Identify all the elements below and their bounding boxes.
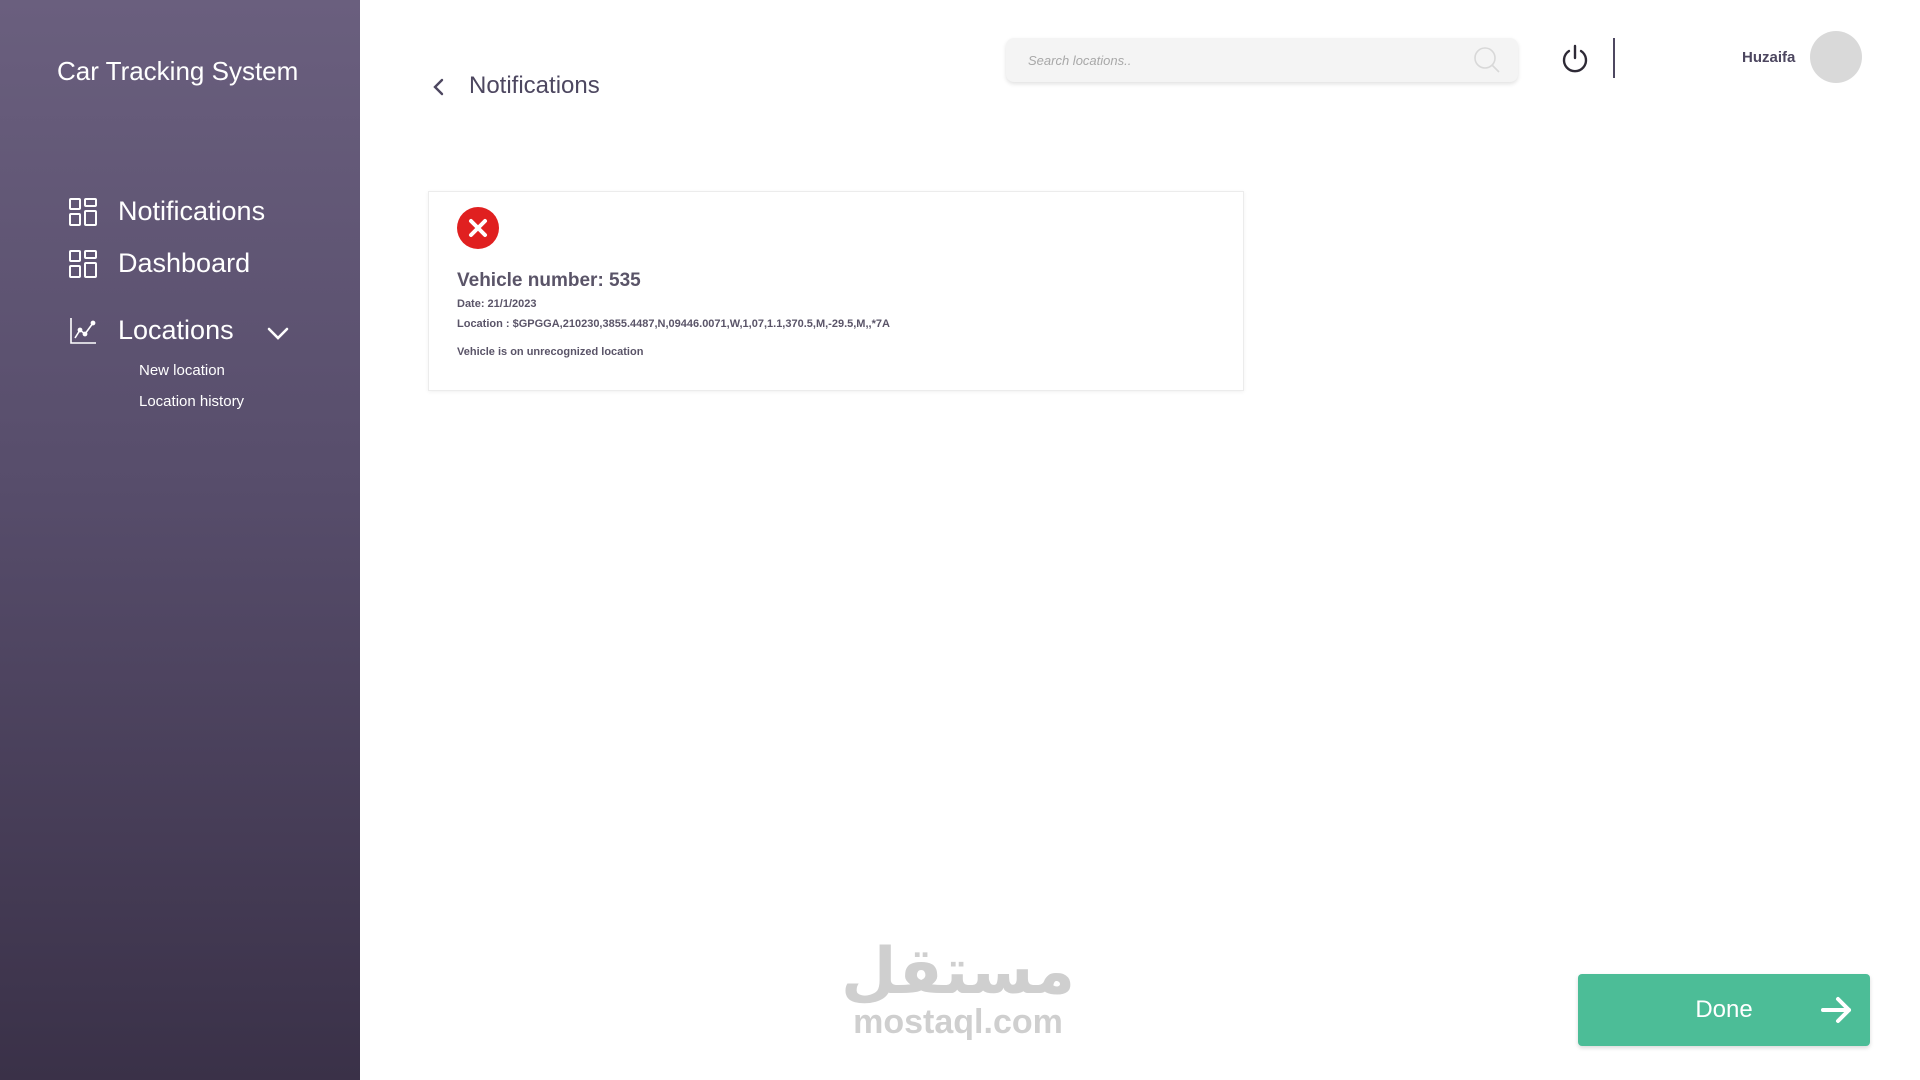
sidebar-item-label: Dashboard: [118, 248, 251, 278]
app-title: Car Tracking System: [57, 56, 299, 86]
sidebar-subitem-new-location[interactable]: New location: [139, 362, 225, 379]
grid-icon: [68, 249, 98, 279]
done-button[interactable]: Done: [1578, 974, 1870, 1046]
sidebar-item-label: Notifications: [118, 196, 266, 226]
sidebar-subitem-location-history[interactable]: Location history: [139, 393, 244, 410]
notification-date: Date: 21/1/2023: [457, 298, 537, 310]
notification-message: Vehicle is on unrecognized location: [457, 346, 644, 358]
sidebar: Car Tracking System Notifications Dashbo…: [0, 0, 360, 1080]
page-title: Notifications: [469, 72, 600, 99]
line-chart-icon: [68, 316, 98, 346]
search-bar: [1006, 38, 1518, 82]
back-chevron-icon[interactable]: [428, 76, 448, 98]
chevron-down-icon[interactable]: [266, 322, 290, 346]
notification-location: Location : $GPGGA,210230,3855.4487,N,094…: [457, 318, 890, 330]
error-x-icon: [456, 206, 500, 250]
avatar[interactable]: [1810, 31, 1862, 83]
search-icon[interactable]: [1472, 45, 1502, 75]
done-button-label: Done: [1695, 996, 1753, 1023]
sidebar-item-dashboard[interactable]: Dashboard: [68, 248, 250, 279]
watermark-logo: مستقل mostaql.com: [838, 940, 1078, 1040]
grid-icon: [68, 197, 98, 227]
sidebar-item-label: Locations: [118, 315, 234, 345]
notification-card[interactable]: Vehicle number: 535 Date: 21/1/2023 Loca…: [428, 191, 1244, 391]
username: Huzaifa: [1742, 49, 1796, 66]
watermark-latin: mostaql.com: [853, 1003, 1063, 1041]
header-divider: [1613, 38, 1615, 78]
search-input[interactable]: [1028, 52, 1472, 68]
vehicle-number: Vehicle number: 535: [457, 270, 641, 291]
arrow-right-icon: [1820, 994, 1854, 1026]
sidebar-item-notifications[interactable]: Notifications: [68, 196, 265, 227]
sidebar-item-locations[interactable]: Locations: [68, 315, 298, 346]
watermark-arabic: مستقل: [840, 935, 1076, 1009]
power-icon[interactable]: [1560, 43, 1590, 75]
